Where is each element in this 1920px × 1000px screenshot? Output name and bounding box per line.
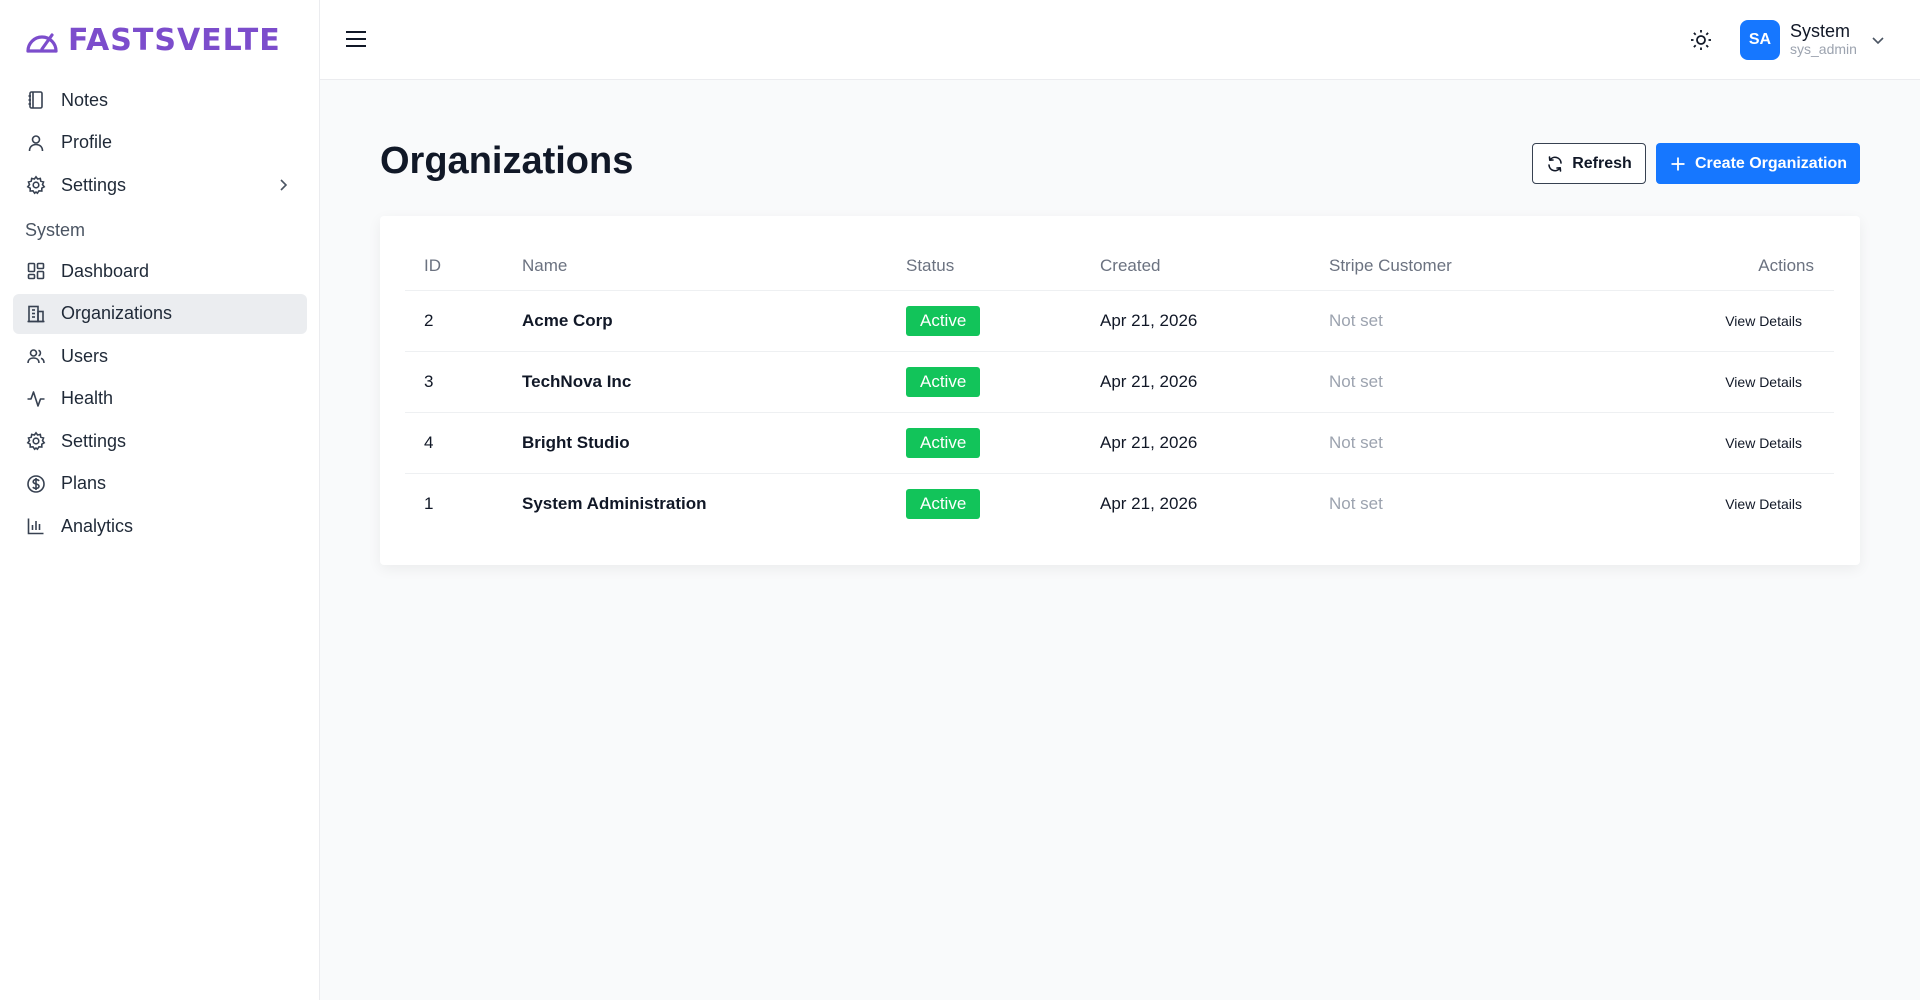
chevron-right-icon xyxy=(273,175,293,195)
column-header-stripe-customer: Stripe Customer xyxy=(1310,242,1600,291)
sidebar-item-label: Settings xyxy=(61,430,127,451)
refresh-button[interactable]: Refresh xyxy=(1532,143,1646,184)
user-icon xyxy=(26,133,46,153)
sidebar-item-notes[interactable]: Notes xyxy=(13,80,307,120)
sidebar-item-label: Health xyxy=(61,388,114,408)
bar-chart-icon xyxy=(26,516,46,536)
sidebar-item-profile[interactable]: Profile xyxy=(13,123,307,163)
sidebar-item-label: Users xyxy=(61,345,109,366)
refresh-label: Refresh xyxy=(1572,154,1632,172)
plus-icon xyxy=(1669,155,1687,173)
sidebar-item-label: Profile xyxy=(61,132,113,152)
organizations-table-card: ID Name Status Created Stripe Customer A… xyxy=(380,216,1860,565)
dashboard-icon xyxy=(26,261,46,281)
cell-id: 2 xyxy=(405,290,503,352)
sidebar-nav: Notes Profile Settings System Dashboard xyxy=(13,80,307,549)
sidebar-item-organizations[interactable]: Organizations xyxy=(13,293,307,334)
speedometer-logo-icon xyxy=(26,33,58,53)
cell-created: Apr 21, 2026 xyxy=(1100,493,1198,513)
table-row: 2 Acme Corp Active Apr 21, 2026 Not set … xyxy=(405,290,1834,352)
sidebar-item-analytics[interactable]: Analytics xyxy=(13,506,307,546)
view-details-link[interactable]: View Details xyxy=(1725,496,1802,512)
cell-stripe-customer: Not set xyxy=(1329,493,1383,513)
table-row: 1 System Administration Active Apr 21, 2… xyxy=(405,473,1834,534)
table-row: 4 Bright Studio Active Apr 21, 2026 Not … xyxy=(405,412,1834,474)
refresh-icon xyxy=(1546,155,1564,173)
hamburger-menu-icon[interactable] xyxy=(343,26,369,52)
top-header: SA System sys_admin xyxy=(320,0,1920,80)
cell-id: 4 xyxy=(405,412,503,474)
sidebar-item-label: Notes xyxy=(61,89,109,110)
column-header-actions: Actions xyxy=(1600,242,1834,291)
status-badge: Active xyxy=(906,366,981,397)
sidebar-item-health[interactable]: Health xyxy=(13,379,307,419)
status-badge: Active xyxy=(906,305,981,336)
cell-name: Bright Studio xyxy=(503,412,887,474)
users-icon xyxy=(26,346,46,366)
status-badge: Active xyxy=(906,488,981,519)
column-header-created: Created xyxy=(1081,242,1310,291)
sidebar-item-label: Organizations xyxy=(61,303,173,323)
sidebar-item-label: Analytics xyxy=(61,515,134,536)
user-handle: sys_admin xyxy=(1790,41,1857,58)
page-title: Organizations xyxy=(380,140,634,182)
cell-name: TechNova Inc xyxy=(503,351,887,413)
dollar-circle-icon xyxy=(26,474,46,494)
cell-id: 1 xyxy=(424,493,434,513)
user-menu[interactable]: SA System sys_admin xyxy=(1740,19,1887,61)
sidebar-section-label: System xyxy=(25,219,86,240)
sidebar-item-dashboard[interactable]: Dashboard xyxy=(13,251,307,291)
column-header-status: Status xyxy=(887,242,1081,291)
cell-id: 3 xyxy=(405,351,503,413)
user-info: System sys_admin xyxy=(1790,22,1857,57)
cell-created: Apr 21, 2026 xyxy=(1081,290,1310,352)
cell-name: System Administration xyxy=(522,493,707,513)
brand-logo[interactable]: FASTSVELTE xyxy=(24,22,281,58)
cell-name: Acme Corp xyxy=(503,290,887,352)
cell-created: Apr 21, 2026 xyxy=(1081,351,1310,413)
view-details-link[interactable]: View Details xyxy=(1725,313,1802,329)
avatar: SA xyxy=(1740,20,1780,60)
table-row: 3 TechNova Inc Active Apr 21, 2026 Not s… xyxy=(405,351,1834,413)
user-name: System xyxy=(1790,21,1851,42)
activity-icon xyxy=(26,389,46,409)
sidebar-item-users[interactable]: Users xyxy=(13,336,307,376)
sun-icon[interactable] xyxy=(1689,28,1713,52)
gear-icon xyxy=(26,175,46,195)
gear-icon xyxy=(26,431,46,451)
sidebar-item-label: Dashboard xyxy=(61,260,150,281)
view-details-link[interactable]: View Details xyxy=(1725,435,1802,451)
sidebar-item-system-settings[interactable]: Settings xyxy=(13,421,307,461)
sidebar-item-label: Plans xyxy=(61,473,107,493)
notebook-icon xyxy=(26,90,46,110)
create-organization-button[interactable]: Create Organization xyxy=(1656,143,1860,184)
chevron-down-icon xyxy=(1869,31,1887,49)
organizations-table: ID Name Status Created Stripe Customer A… xyxy=(405,242,1834,534)
table-header-row: ID Name Status Created Stripe Customer A… xyxy=(405,242,1834,291)
sidebar: FASTSVELTE Notes Profile Settings System xyxy=(0,0,320,1000)
column-header-id: ID xyxy=(405,242,503,291)
column-header-name: Name xyxy=(503,242,887,291)
cell-stripe-customer: Not set xyxy=(1310,351,1600,413)
sidebar-item-plans[interactable]: Plans xyxy=(13,464,307,504)
brand-name: FASTSVELTE xyxy=(68,22,281,58)
cell-created: Apr 21, 2026 xyxy=(1081,412,1310,474)
view-details-link[interactable]: View Details xyxy=(1725,374,1802,390)
building-icon xyxy=(26,304,46,324)
sidebar-item-settings[interactable]: Settings xyxy=(13,165,307,205)
create-organization-label: Create Organization xyxy=(1694,154,1848,172)
cell-stripe-customer: Not set xyxy=(1310,412,1600,474)
sidebar-item-label: Settings xyxy=(61,174,127,195)
status-badge: Active xyxy=(906,427,981,458)
cell-stripe-customer: Not set xyxy=(1310,290,1600,352)
